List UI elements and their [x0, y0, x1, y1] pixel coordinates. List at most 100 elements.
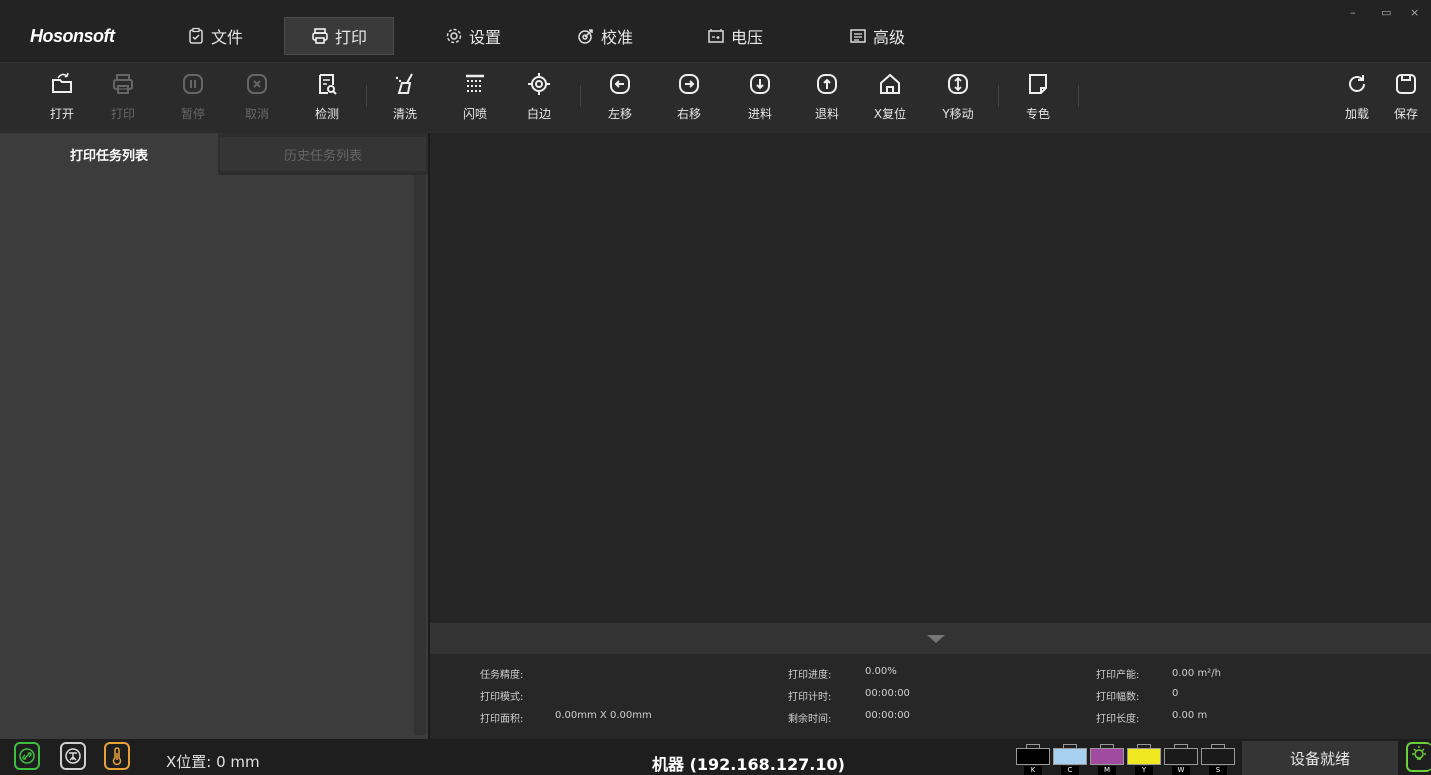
progress-value: 0.00%	[865, 666, 897, 677]
spot-color-label: 专色	[1025, 107, 1050, 121]
capacity-label: 打印产能:	[1096, 670, 1140, 681]
nozzle-flash-icon	[466, 74, 484, 92]
link-icon	[19, 748, 35, 764]
white-edge-button[interactable]: 白边	[516, 71, 562, 127]
task-list-scrollbar[interactable]	[414, 175, 426, 735]
remaining-label: 剩余时间:	[788, 714, 832, 725]
save-icon	[1396, 74, 1416, 94]
move-right-label: 右移	[676, 107, 701, 121]
crosshair-icon	[528, 73, 550, 95]
open-button[interactable]: 打开	[39, 71, 85, 127]
save-button[interactable]: 保存	[1383, 71, 1429, 127]
cancel-label: 取消	[244, 107, 269, 121]
machine-address: 机器 (192.168.127.10)	[652, 755, 845, 774]
pause-button[interactable]: 暂停	[170, 71, 216, 127]
ink-level-s: S	[1201, 744, 1235, 775]
move-left-label: 左移	[607, 107, 632, 121]
close-button[interactable]: ×	[1410, 6, 1419, 19]
retract-button[interactable]: 退料	[804, 71, 850, 127]
file-check-icon	[189, 27, 203, 44]
spot-color-button[interactable]: 专色	[1015, 71, 1061, 127]
print-mode-label: 打印模式:	[480, 692, 524, 703]
ink-level-w: W	[1164, 744, 1198, 775]
toolbar-divider	[1078, 85, 1079, 107]
refresh-icon	[1349, 75, 1365, 92]
menu-voltage-label: 电压	[730, 28, 763, 47]
battery-icon	[708, 29, 724, 43]
remaining-value: 00:00:00	[865, 710, 910, 721]
save-label: 保存	[1393, 107, 1418, 121]
task-panel: 打印任务列表 历史任务列表	[0, 133, 428, 739]
arrow-up-down-icon	[948, 74, 968, 94]
print-info-panel: 任务精度: 打印模式: 打印面积: 0.00mm X 0.00mm 打印进度: …	[430, 654, 1431, 739]
light-bulb-icon[interactable]	[1406, 742, 1431, 772]
count-value: 0	[1172, 688, 1179, 699]
menu-voltage[interactable]: 电压	[700, 17, 770, 55]
detect-button[interactable]: 检测	[304, 71, 350, 127]
print-label: 打印	[110, 107, 135, 121]
y-move-label: Y移动	[942, 107, 974, 121]
count-label: 打印幅数:	[1096, 692, 1140, 703]
feed-button[interactable]: 进料	[737, 71, 783, 127]
minimize-button[interactable]: –	[1350, 6, 1356, 19]
white-edge-label: 白边	[526, 107, 551, 121]
printer-icon	[113, 74, 133, 94]
x-reset-button[interactable]: X复位	[867, 71, 913, 127]
tab-print-queue[interactable]: 打印任务列表	[0, 133, 218, 175]
caret-down-icon[interactable]	[927, 635, 945, 643]
detect-label: 检测	[314, 107, 339, 121]
menu-settings[interactable]: 设置	[438, 17, 508, 55]
print-area-value: 0.00mm X 0.00mm	[555, 710, 652, 721]
task-tabs: 打印任务列表 历史任务列表	[0, 133, 428, 175]
print-button[interactable]: 打印	[100, 71, 146, 127]
menu-calibrate[interactable]: 校准	[570, 17, 640, 55]
toolbar: 打开 打印 暂停 取消 检测 清洗 闪喷 白边 左移 右移 进料 退料 X复位 …	[0, 62, 1431, 133]
feed-label: 进料	[747, 107, 772, 121]
menu-advanced-label: 高级	[872, 28, 905, 47]
flash-button[interactable]: 闪喷	[452, 71, 498, 127]
toolbar-divider	[998, 85, 999, 107]
menu-settings-label: 设置	[468, 28, 501, 47]
length-value: 0.00 m	[1172, 710, 1208, 721]
load-label: 加载	[1344, 107, 1369, 121]
print-area-label: 打印面积:	[480, 714, 524, 725]
clean-button[interactable]: 清洗	[382, 71, 428, 127]
menu-advanced[interactable]: 高级	[846, 17, 908, 55]
folder-open-icon	[52, 72, 72, 93]
move-right-button[interactable]: 右移	[666, 71, 712, 127]
clean-label: 清洗	[392, 107, 417, 121]
arrow-up-icon	[817, 74, 837, 94]
ink-level-c: C	[1053, 744, 1087, 775]
capacity-value: 0.00 m²/h	[1172, 668, 1221, 679]
progress-label: 打印进度:	[788, 670, 832, 681]
preview-canvas[interactable]	[430, 133, 1431, 623]
gear-icon	[446, 28, 462, 44]
temperature-status[interactable]	[104, 742, 130, 770]
arrow-down-icon	[750, 74, 770, 94]
menu-file[interactable]: 文件	[170, 17, 260, 55]
load-button[interactable]: 加载	[1334, 71, 1380, 127]
length-label: 打印长度:	[1096, 714, 1140, 725]
page-icon	[1029, 74, 1047, 94]
y-move-button[interactable]: Y移动	[935, 71, 981, 127]
app-logo: Hosonsoft	[30, 26, 115, 46]
menu-print-label: 打印	[334, 28, 367, 47]
pause-label: 暂停	[180, 107, 205, 121]
restore-button[interactable]: ▭	[1381, 6, 1391, 19]
menu-bar: Hosonsoft 文件 打印 设置 校准 电压 高级 – ▭ ×	[0, 0, 1431, 62]
info-toggle-bar[interactable]	[430, 623, 1431, 654]
network-status[interactable]	[60, 742, 86, 770]
open-label: 打开	[49, 107, 74, 121]
task-precision-label: 任务精度:	[480, 670, 524, 681]
ink-level-y: Y	[1127, 744, 1161, 775]
menu-print[interactable]: 打印	[284, 17, 394, 55]
retract-label: 退料	[814, 107, 839, 121]
toolbar-divider	[580, 85, 581, 107]
cancel-button[interactable]: 取消	[234, 71, 280, 127]
device-status: 设备就绪	[1242, 741, 1398, 775]
thermometer-icon	[112, 747, 122, 765]
list-icon	[850, 29, 866, 43]
move-left-button[interactable]: 左移	[597, 71, 643, 127]
tab-history[interactable]: 历史任务列表	[220, 137, 426, 171]
connection-status[interactable]	[14, 742, 40, 770]
